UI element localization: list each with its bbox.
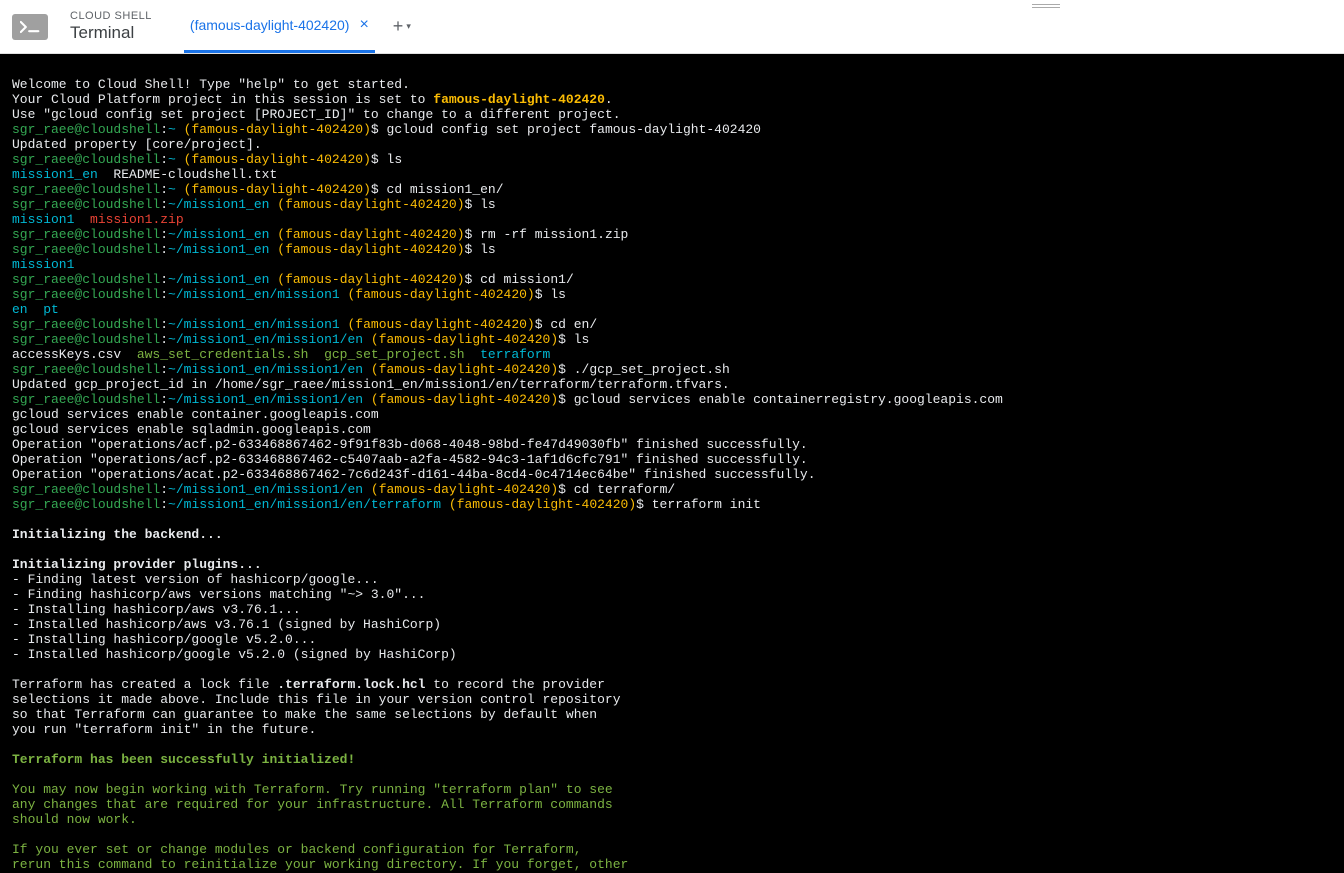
command: rm -rf mission1.zip bbox=[472, 227, 628, 242]
terminal-line: Updated property [core/project]. bbox=[12, 137, 262, 152]
cloud-shell-label: CLOUD SHELL bbox=[70, 10, 152, 23]
plus-icon: + bbox=[393, 16, 404, 37]
ls-entry: mission1.zip bbox=[90, 212, 184, 227]
terminal-line: Use "gcloud config set project [PROJECT_… bbox=[12, 107, 621, 122]
command: ./gcp_set_project.sh bbox=[566, 362, 730, 377]
terminal-line: If you ever set or change modules or bac… bbox=[12, 842, 582, 857]
terminal-text: . bbox=[605, 92, 613, 107]
terminal-line: selections it made above. Include this f… bbox=[12, 692, 621, 707]
terminal-line: you run "terraform init" in the future. bbox=[12, 722, 316, 737]
new-tab-button[interactable]: + ▾ bbox=[393, 16, 411, 37]
terminal-line: Updated gcp_project_id in /home/sgr_raee… bbox=[12, 377, 730, 392]
command: ls bbox=[566, 332, 589, 347]
terminal-label: Terminal bbox=[70, 23, 152, 43]
terminal-line: should now work. bbox=[12, 812, 137, 827]
terminal-line: Your Cloud Platform project in this sess… bbox=[12, 92, 433, 107]
command: ls bbox=[472, 197, 495, 212]
topbar: CLOUD SHELL Terminal (famous-daylight-40… bbox=[0, 0, 1344, 54]
terminal-line: gcloud services enable container.googlea… bbox=[12, 407, 379, 422]
command: cd mission1/ bbox=[472, 272, 573, 287]
ls-entry: pt bbox=[28, 302, 59, 317]
terminal-line: - Installing hashicorp/aws v3.76.1... bbox=[12, 602, 301, 617]
command: ls bbox=[472, 242, 495, 257]
ls-entry: mission1 bbox=[12, 212, 74, 227]
command: cd en/ bbox=[543, 317, 598, 332]
drag-handle-icon[interactable] bbox=[1032, 4, 1060, 8]
terminal-line: - Installing hashicorp/google v5.2.0... bbox=[12, 632, 316, 647]
command: gcloud services enable containerregistry… bbox=[566, 392, 1003, 407]
terminal-line: Welcome to Cloud Shell! Type "help" to g… bbox=[12, 77, 410, 92]
prompt-project: (famous-daylight-402420) bbox=[184, 122, 371, 137]
ls-entry: gcp_set_project.sh bbox=[308, 347, 480, 362]
terminal-line: Initializing provider plugins... bbox=[12, 557, 262, 572]
command: ls bbox=[543, 287, 566, 302]
terminal-line: - Finding latest version of hashicorp/go… bbox=[12, 572, 379, 587]
command: cd terraform/ bbox=[566, 482, 675, 497]
tab-project[interactable]: (famous-daylight-402420) × bbox=[184, 0, 375, 53]
terminal-output[interactable]: Welcome to Cloud Shell! Type "help" to g… bbox=[0, 54, 1344, 873]
tab-label: (famous-daylight-402420) bbox=[190, 17, 350, 33]
terminal-line: rerun this command to reinitialize your … bbox=[12, 857, 628, 872]
terminal-line: Operation "operations/acf.p2-63346886746… bbox=[12, 452, 808, 467]
prompt-path: ~ bbox=[168, 122, 176, 137]
project-name: famous-daylight-402420 bbox=[433, 92, 605, 107]
ls-entry: README-cloudshell.txt bbox=[98, 167, 277, 182]
ls-entry: accessKeys.csv bbox=[12, 347, 137, 362]
terminal-line: - Installed hashicorp/google v5.2.0 (sig… bbox=[12, 647, 457, 662]
terminal-line: Initializing the backend... bbox=[12, 527, 223, 542]
command: cd mission1_en/ bbox=[379, 182, 504, 197]
terraform-success: Terraform has been successfully initiali… bbox=[12, 752, 355, 767]
ls-entry: mission1_en bbox=[12, 167, 98, 182]
ls-entry: en bbox=[12, 302, 28, 317]
ls-entry: aws_set_credentials.sh bbox=[137, 347, 309, 362]
terminal-line: You may now begin working with Terraform… bbox=[12, 782, 613, 797]
terminal-line: any changes that are required for your i… bbox=[12, 797, 613, 812]
terminal-line: - Installed hashicorp/aws v3.76.1 (signe… bbox=[12, 617, 441, 632]
ls-entry: mission1 bbox=[12, 257, 74, 272]
terminal-line: - Finding hashicorp/aws versions matchin… bbox=[12, 587, 425, 602]
close-icon[interactable]: × bbox=[359, 17, 368, 33]
terminal-line: so that Terraform can guarantee to make … bbox=[12, 707, 597, 722]
prompt-user: sgr_raee@cloudshell bbox=[12, 122, 160, 137]
terminal-line: Terraform has created a lock file bbox=[12, 677, 277, 692]
terminal-line: Operation "operations/acf.p2-63346886746… bbox=[12, 437, 808, 452]
cloud-shell-icon bbox=[12, 14, 48, 40]
command: ls bbox=[379, 152, 402, 167]
terminal-line: Operation "operations/acat.p2-6334688674… bbox=[12, 467, 816, 482]
ls-entry: terraform bbox=[480, 347, 550, 362]
terminal-line: gcloud services enable sqladmin.googleap… bbox=[12, 422, 371, 437]
chevron-down-icon: ▾ bbox=[406, 21, 411, 32]
command: gcloud config set project famous-dayligh… bbox=[379, 122, 761, 137]
command: terraform init bbox=[644, 497, 761, 512]
